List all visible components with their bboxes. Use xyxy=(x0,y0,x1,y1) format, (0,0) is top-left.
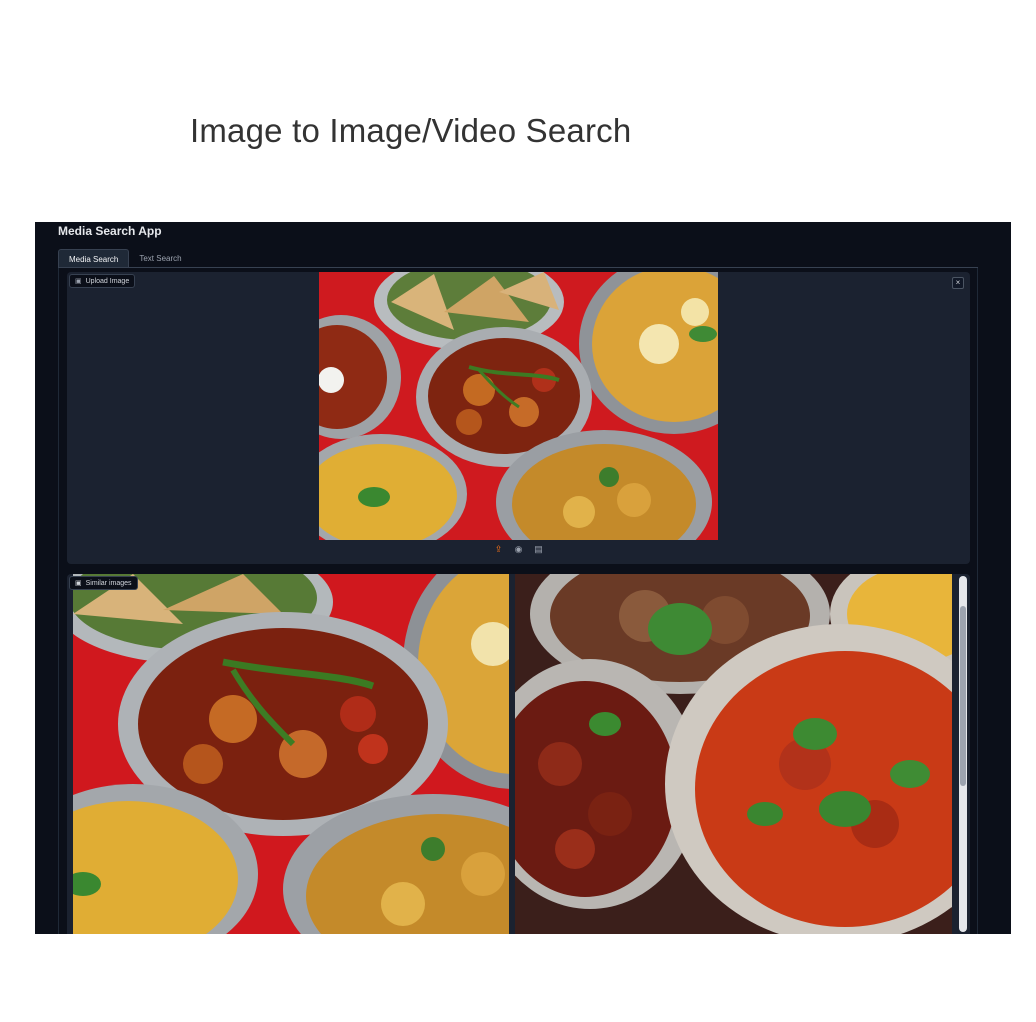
media-search-app: Media Search App Media Search Text Searc… xyxy=(35,222,1011,934)
similar-images-label-text: Similar images xyxy=(85,579,132,587)
upload-image-label: ▣ Upload Image xyxy=(69,274,136,288)
clipboard-icon[interactable]: ▤ xyxy=(533,544,544,555)
upload-image-label-text: Upload Image xyxy=(85,277,130,285)
upload-icon[interactable]: ⇪ xyxy=(493,544,504,555)
clear-image-button[interactable]: × xyxy=(952,277,964,289)
close-icon: × xyxy=(955,278,961,287)
result-image-1 xyxy=(73,574,509,934)
image-icon: ▣ xyxy=(75,579,82,587)
media-search-panel: ▣ Upload Image × ⇪ ◉ ▤ ▣ Similar images xyxy=(58,268,978,934)
curry-spread-photo xyxy=(319,272,718,540)
slide-title: Image to Image/Video Search xyxy=(190,112,632,149)
result-image-2 xyxy=(515,574,952,934)
similar-images-label: ▣ Similar images xyxy=(69,576,138,590)
gallery-item[interactable] xyxy=(73,574,509,934)
app-title: Media Search App xyxy=(58,224,162,238)
similar-images-gallery: ▣ Similar images xyxy=(67,574,970,934)
webcam-icon[interactable]: ◉ xyxy=(513,544,524,555)
image-icon: ▣ xyxy=(75,277,82,285)
scrollbar-thumb[interactable] xyxy=(960,606,966,786)
tab-text-search[interactable]: Text Search xyxy=(129,249,191,268)
gallery-scrollbar[interactable] xyxy=(959,576,967,932)
uploaded-image xyxy=(319,272,718,540)
tab-bar: Media Search Text Search xyxy=(58,249,192,268)
upload-toolbar: ⇪ ◉ ▤ xyxy=(67,544,970,560)
tab-media-search[interactable]: Media Search xyxy=(58,249,130,268)
gallery-item[interactable] xyxy=(515,574,952,934)
upload-image-block: ▣ Upload Image × ⇪ ◉ ▤ xyxy=(67,272,970,564)
